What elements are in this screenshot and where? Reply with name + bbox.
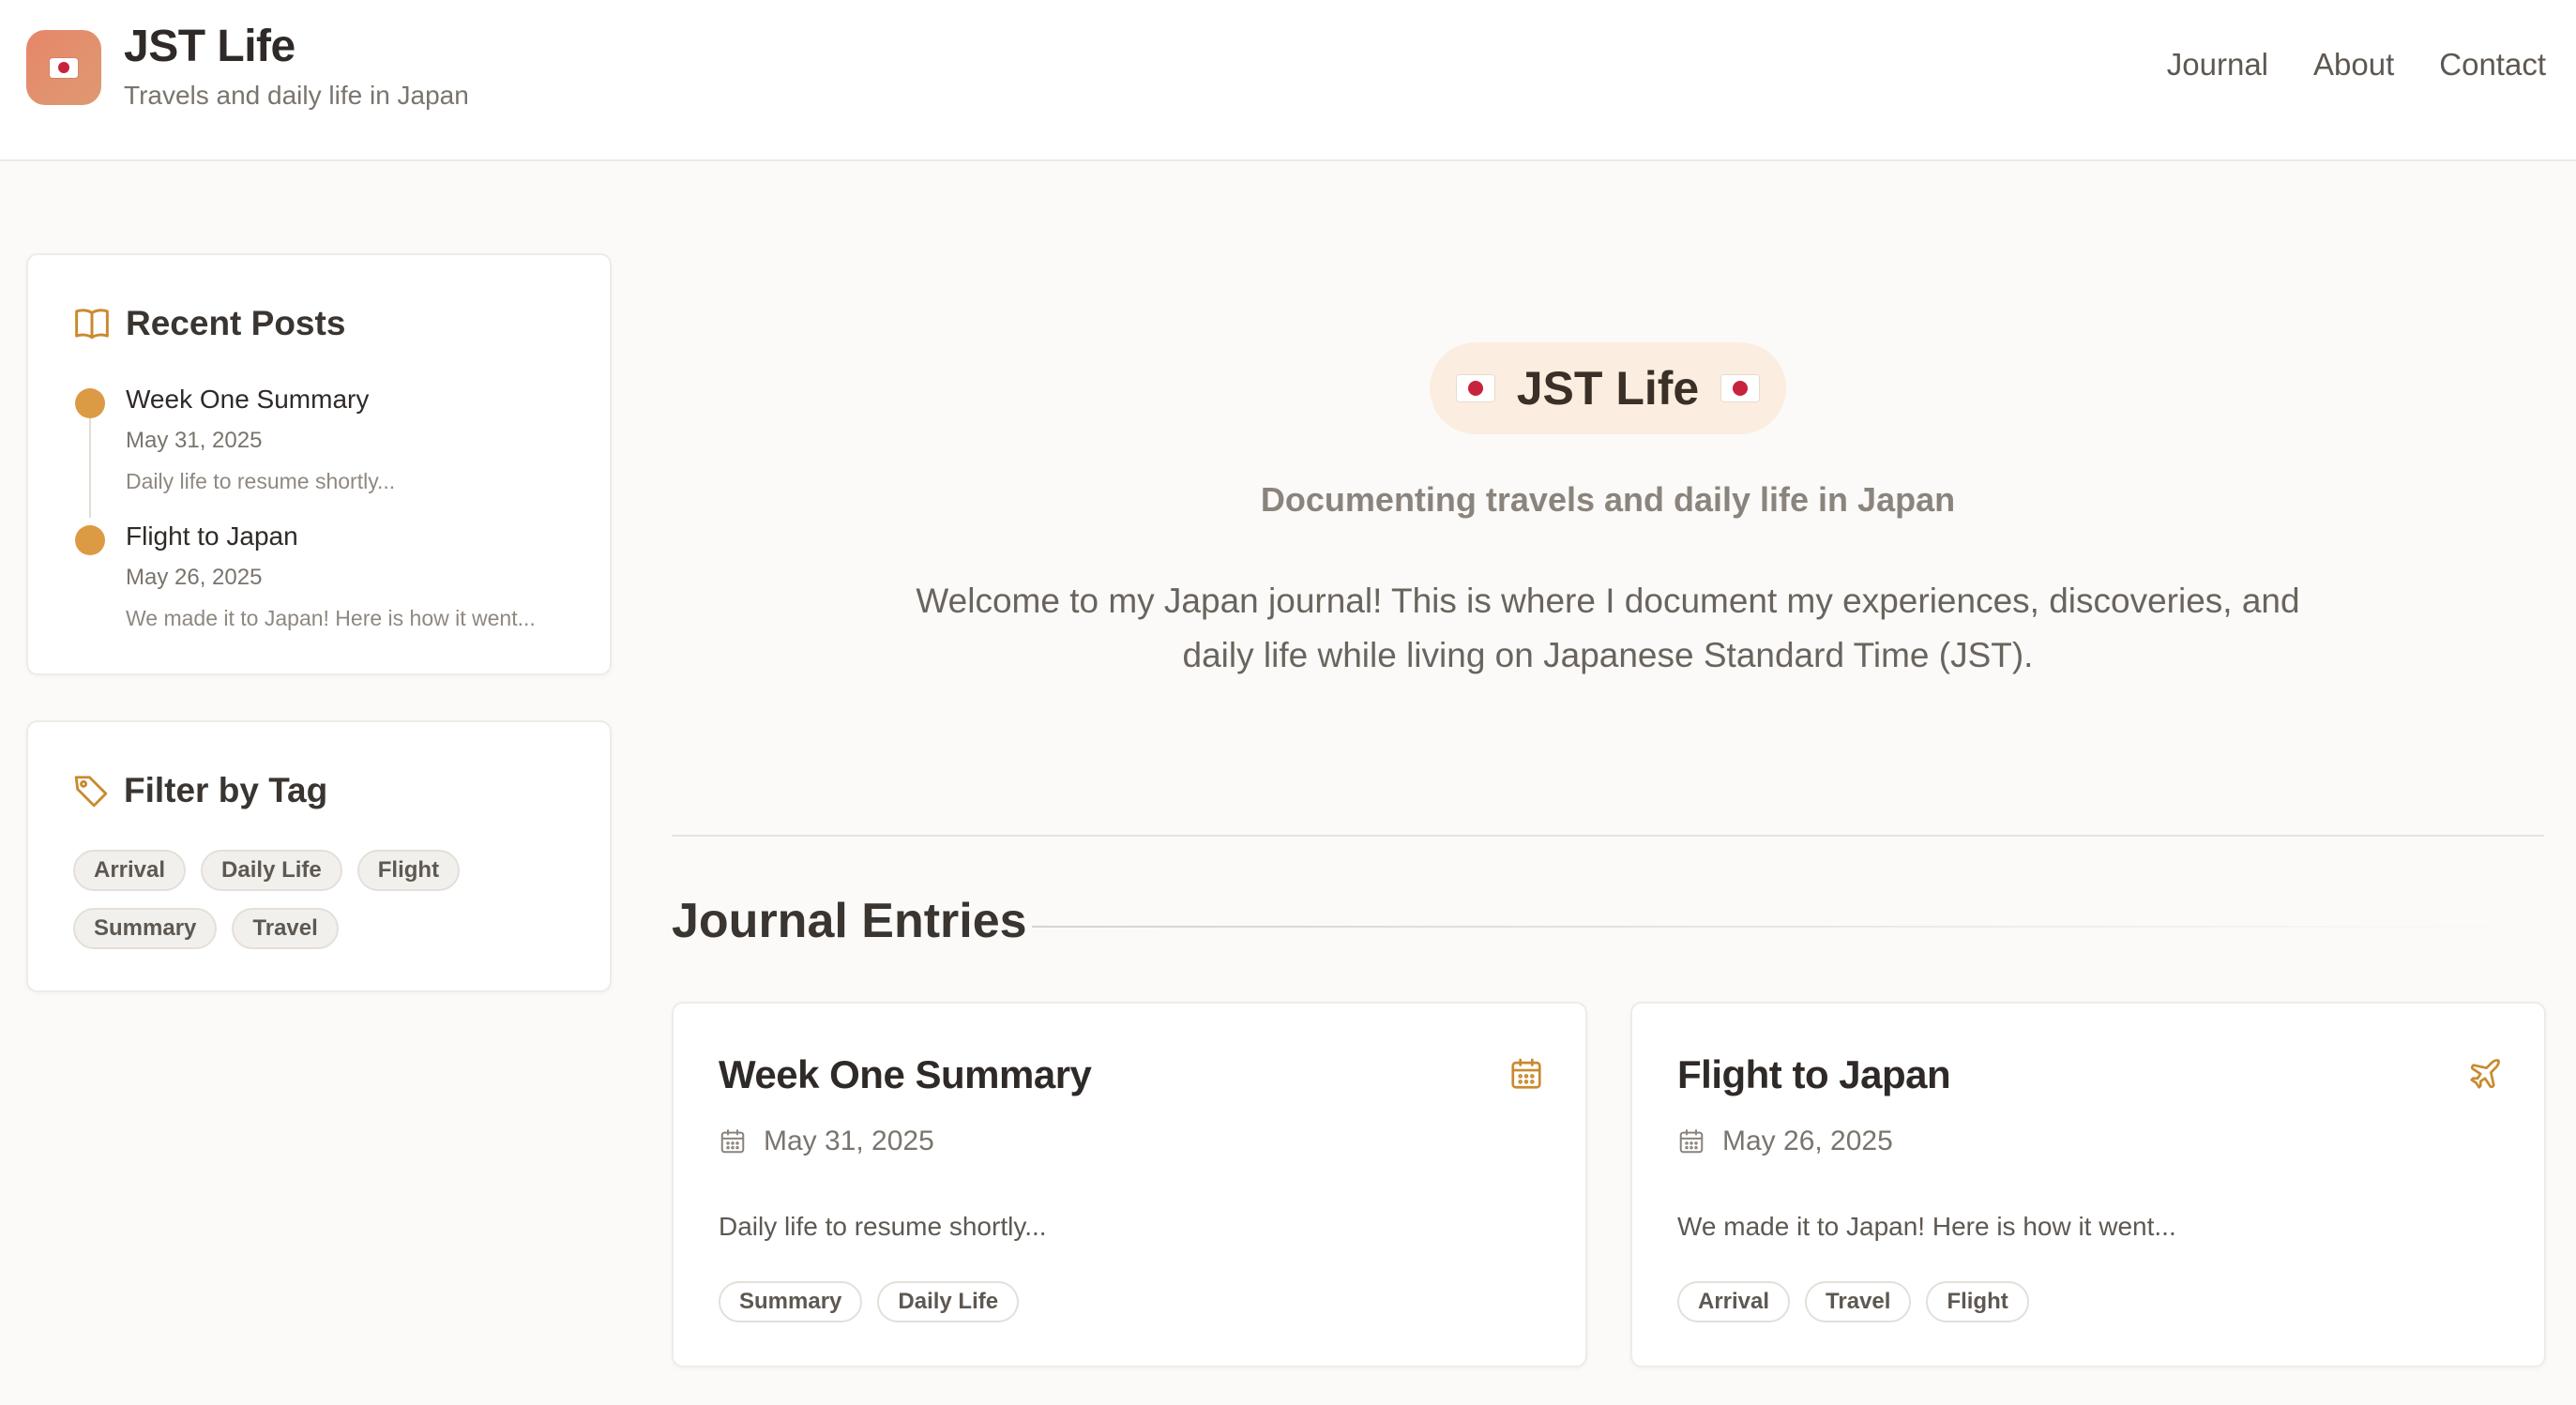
timeline-dot bbox=[75, 525, 105, 555]
entry-date-row: May 31, 2025 bbox=[719, 1126, 934, 1157]
recent-post[interactable]: Week One Summary May 31, 2025 Daily life… bbox=[126, 385, 395, 494]
small-calendar-icon bbox=[1679, 1129, 1704, 1154]
tag-filter-summary[interactable]: Summary bbox=[73, 908, 218, 949]
hero-subtitle: Documenting travels and daily life in Ja… bbox=[1260, 480, 1956, 519]
entry-tag-daily-life[interactable]: Daily Life bbox=[877, 1281, 1020, 1322]
calendar-icon bbox=[1511, 1058, 1541, 1089]
nav-contact[interactable]: Contact bbox=[2439, 47, 2546, 83]
recent-post-date: May 26, 2025 bbox=[126, 565, 263, 590]
tag-filter-travel[interactable]: Travel bbox=[232, 908, 339, 949]
japan-flag-icon bbox=[1456, 375, 1494, 401]
recent-posts-card: Recent Posts Week One Summary May 31, 20… bbox=[26, 253, 612, 675]
entry-title[interactable]: Week One Summary bbox=[719, 1052, 1092, 1097]
entry-excerpt: Daily life to resume shortly... bbox=[719, 1212, 1047, 1241]
entry-tag-flight[interactable]: Flight bbox=[1926, 1281, 2029, 1322]
entry-excerpt: We made it to Japan! Here is how it went… bbox=[1677, 1212, 2176, 1241]
book-icon bbox=[75, 309, 109, 340]
recent-post-excerpt: We made it to Japan! Here is how it went… bbox=[126, 606, 536, 630]
nav-about[interactable]: About bbox=[2313, 47, 2394, 83]
tag-icon bbox=[74, 776, 108, 808]
entry-title[interactable]: Flight to Japan bbox=[1677, 1052, 1951, 1097]
recent-posts-heading: Recent Posts bbox=[126, 304, 346, 342]
recent-post-date: May 31, 2025 bbox=[126, 428, 263, 453]
entry-tags: Arrival Travel Flight bbox=[1677, 1281, 2029, 1322]
recent-post-excerpt: Daily life to resume shortly... bbox=[126, 469, 396, 493]
journal-entry-card[interactable]: Week One Summary May 31, 2025 Daily life… bbox=[672, 1002, 1587, 1367]
timeline-dot bbox=[75, 388, 105, 418]
entry-tag-travel[interactable]: Travel bbox=[1805, 1281, 1912, 1322]
entry-tag-summary[interactable]: Summary bbox=[719, 1281, 863, 1322]
entry-tags: Summary Daily Life bbox=[719, 1281, 1020, 1322]
site-header: JST Life Travels and daily life in Japan… bbox=[0, 0, 2576, 161]
entry-date: May 31, 2025 bbox=[764, 1126, 934, 1156]
main-nav: Journal About Contact bbox=[2167, 47, 2546, 83]
hero-description-line: daily life while living on Japanese Stan… bbox=[1182, 636, 2034, 674]
site-subtitle: Travels and daily life in Japan bbox=[124, 81, 469, 110]
hero-description: Welcome to my Japan journal! This is whe… bbox=[872, 574, 2343, 683]
tag-filter-flight[interactable]: Flight bbox=[356, 850, 461, 891]
site-title[interactable]: JST Life bbox=[124, 21, 295, 72]
hero-title: JST Life bbox=[1516, 362, 1700, 415]
tag-filter-daily-life[interactable]: Daily Life bbox=[201, 850, 342, 891]
journal-entries-heading: Journal Entries bbox=[672, 894, 1027, 948]
hero-title-pill: JST Life bbox=[1430, 342, 1786, 434]
tag-filter-arrival[interactable]: Arrival bbox=[73, 850, 187, 891]
filter-heading: Filter by Tag bbox=[124, 771, 328, 809]
timeline-line bbox=[89, 405, 91, 518]
entry-date: May 26, 2025 bbox=[1722, 1126, 1893, 1156]
airplane-icon bbox=[2470, 1059, 2500, 1089]
journal-entry-card[interactable]: Flight to Japan May 26, 2025 We made it … bbox=[1630, 1002, 2546, 1367]
nav-journal[interactable]: Journal bbox=[2167, 47, 2268, 83]
tag-filter-list: Arrival Daily Life Flight Summary Travel bbox=[73, 850, 561, 949]
japan-flag-icon bbox=[50, 57, 78, 78]
hero-description-line: Welcome to my Japan journal! This is whe… bbox=[916, 582, 2300, 620]
recent-post[interactable]: Flight to Japan May 26, 2025 We made it … bbox=[126, 521, 536, 631]
entry-tag-arrival[interactable]: Arrival bbox=[1677, 1281, 1791, 1322]
small-calendar-icon bbox=[720, 1129, 745, 1154]
section-divider bbox=[672, 835, 2544, 837]
recent-post-title[interactable]: Flight to Japan bbox=[126, 521, 536, 551]
japan-flag-icon bbox=[1721, 375, 1760, 401]
heading-rule bbox=[1032, 926, 2533, 928]
recent-post-title[interactable]: Week One Summary bbox=[126, 385, 395, 415]
site-logo[interactable] bbox=[26, 30, 101, 105]
entry-date-row: May 26, 2025 bbox=[1677, 1126, 1893, 1157]
filter-by-tag-card: Filter by Tag Arrival Daily Life Flight … bbox=[26, 720, 612, 992]
